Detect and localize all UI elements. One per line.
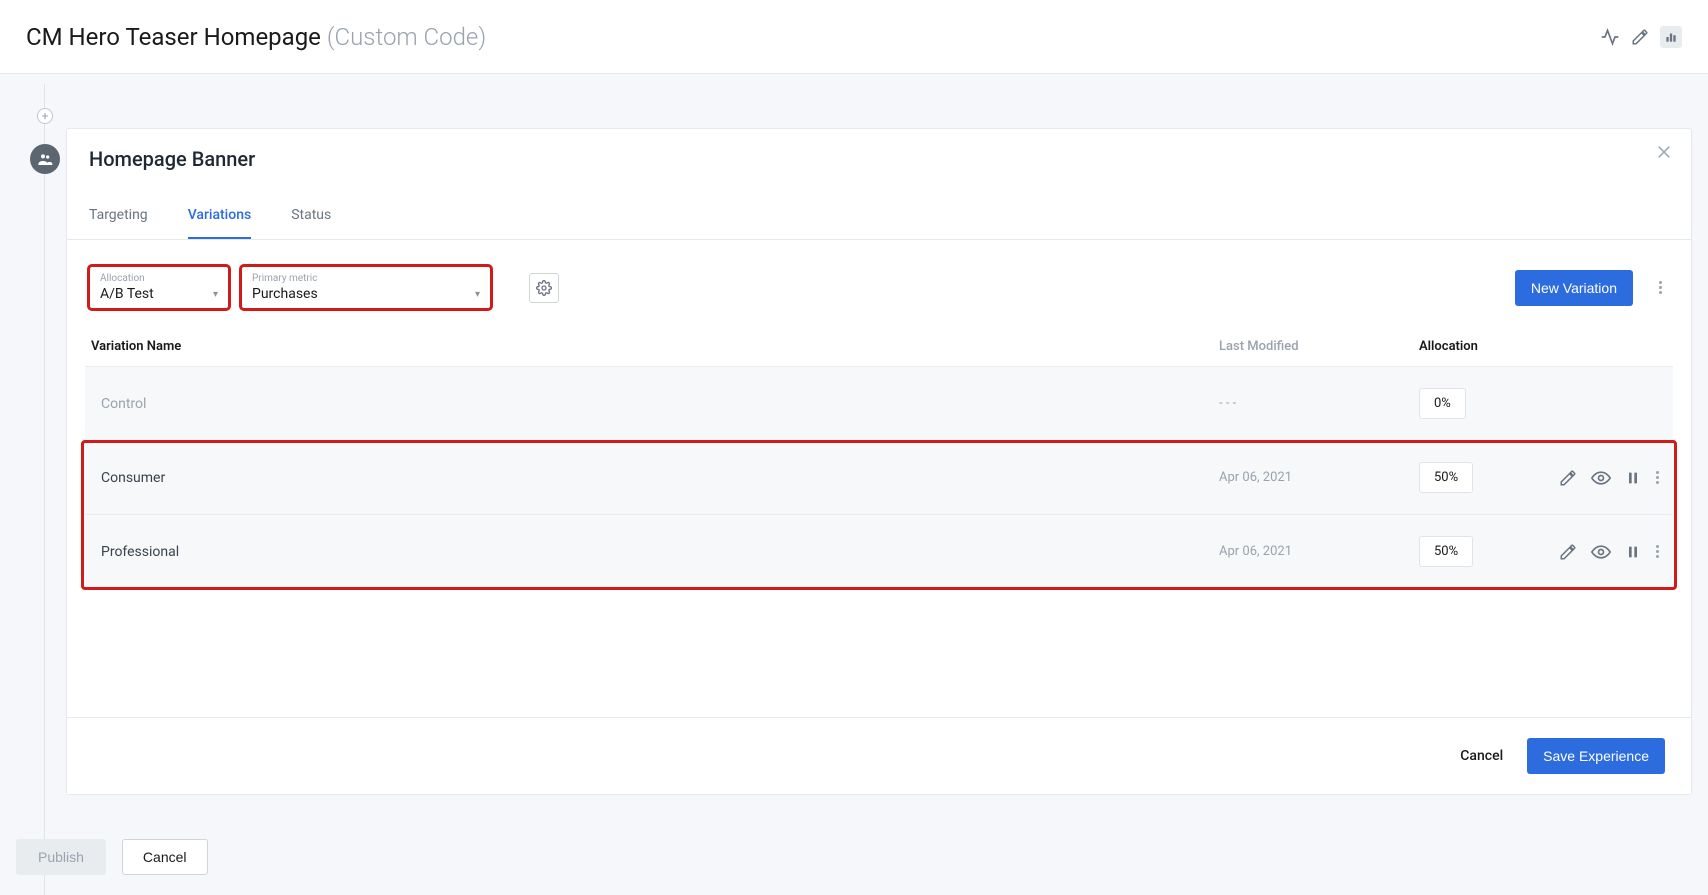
allocation-label: Allocation (100, 273, 218, 284)
timeline-line (44, 84, 45, 895)
edit-icon[interactable] (1630, 27, 1650, 47)
variations-table: Variation Name Last Modified Allocation … (67, 331, 1691, 717)
row-name: Professional (89, 544, 1219, 560)
row-more-icon[interactable] (1655, 471, 1659, 484)
more-options-button[interactable] (1651, 281, 1669, 294)
panel-footer: Cancel Save Experience (67, 717, 1691, 794)
primary-metric-value: Purchases (252, 286, 318, 302)
tabs: Targeting Variations Status (67, 197, 1691, 240)
tab-targeting[interactable]: Targeting (89, 197, 148, 239)
pause-icon[interactable] (1625, 544, 1641, 560)
primary-metric-select[interactable]: Primary metric Purchases ▾ (241, 266, 491, 309)
table-body: Control - - - 0% Consumer Apr 06, 2021 5… (85, 366, 1673, 588)
controls-row: Allocation A/B Test ▾ Primary metric Pur… (67, 240, 1691, 331)
table-header: Variation Name Last Modified Allocation (85, 331, 1673, 366)
chevron-down-icon: ▾ (475, 289, 480, 300)
row-name: Consumer (89, 470, 1219, 486)
timeline: + (30, 84, 60, 895)
panel-header: Homepage Banner (67, 129, 1691, 171)
tab-status[interactable]: Status (291, 197, 331, 239)
panel-title: Homepage Banner (89, 147, 1669, 171)
tab-variations[interactable]: Variations (188, 197, 252, 239)
allocation-value: A/B Test (100, 286, 154, 302)
edit-icon[interactable] (1559, 469, 1577, 487)
pause-icon[interactable] (1625, 470, 1641, 486)
row-actions (1559, 468, 1669, 488)
chevron-down-icon: ▾ (213, 289, 218, 300)
allocation-badge: 50% (1419, 462, 1473, 493)
table-row[interactable]: Professional Apr 06, 2021 50% (85, 514, 1673, 588)
save-experience-button[interactable]: Save Experience (1527, 738, 1665, 774)
table-row[interactable]: Control - - - 0% (85, 366, 1673, 440)
page-footer: Publish Cancel (16, 839, 208, 875)
page-header: CM Hero Teaser Homepage (Custom Code) (0, 0, 1708, 74)
row-actions (1559, 542, 1669, 562)
col-modified: Last Modified (1219, 339, 1419, 354)
audience-node[interactable] (30, 144, 60, 174)
allocation-select[interactable]: Allocation A/B Test ▾ (89, 266, 229, 309)
col-name: Variation Name (89, 339, 1219, 354)
row-modified: Apr 06, 2021 (1219, 544, 1419, 559)
edit-icon[interactable] (1559, 543, 1577, 561)
page-title-sub: (Custom Code) (327, 23, 486, 51)
close-icon[interactable] (1655, 143, 1673, 161)
preview-icon[interactable] (1591, 542, 1611, 562)
row-more-icon[interactable] (1655, 545, 1659, 558)
allocation-badge: 50% (1419, 536, 1473, 567)
cancel-link[interactable]: Cancel (1460, 748, 1503, 764)
page-cancel-button[interactable]: Cancel (122, 839, 208, 875)
row-allocation: 50% (1419, 462, 1559, 493)
row-allocation: 0% (1419, 388, 1559, 419)
header-actions (1600, 26, 1682, 48)
new-variation-button[interactable]: New Variation (1515, 270, 1633, 306)
activity-icon[interactable] (1600, 27, 1620, 47)
publish-button: Publish (16, 839, 106, 875)
variation-panel: Homepage Banner Targeting Variations Sta… (66, 128, 1692, 795)
row-allocation: 50% (1419, 536, 1559, 567)
col-allocation: Allocation (1419, 339, 1669, 354)
preview-icon[interactable] (1591, 468, 1611, 488)
allocation-badge: 0% (1419, 388, 1466, 419)
page-title: CM Hero Teaser Homepage (Custom Code) (26, 23, 486, 51)
primary-metric-label: Primary metric (252, 273, 480, 284)
table-row[interactable]: Consumer Apr 06, 2021 50% (85, 440, 1673, 514)
settings-button[interactable] (529, 273, 559, 303)
page-title-main: CM Hero Teaser Homepage (26, 23, 321, 51)
add-node-button[interactable]: + (37, 108, 53, 124)
analytics-icon[interactable] (1660, 26, 1682, 48)
row-modified: Apr 06, 2021 (1219, 470, 1419, 485)
row-modified: - - - (1219, 396, 1419, 411)
row-name: Control (89, 396, 1219, 412)
